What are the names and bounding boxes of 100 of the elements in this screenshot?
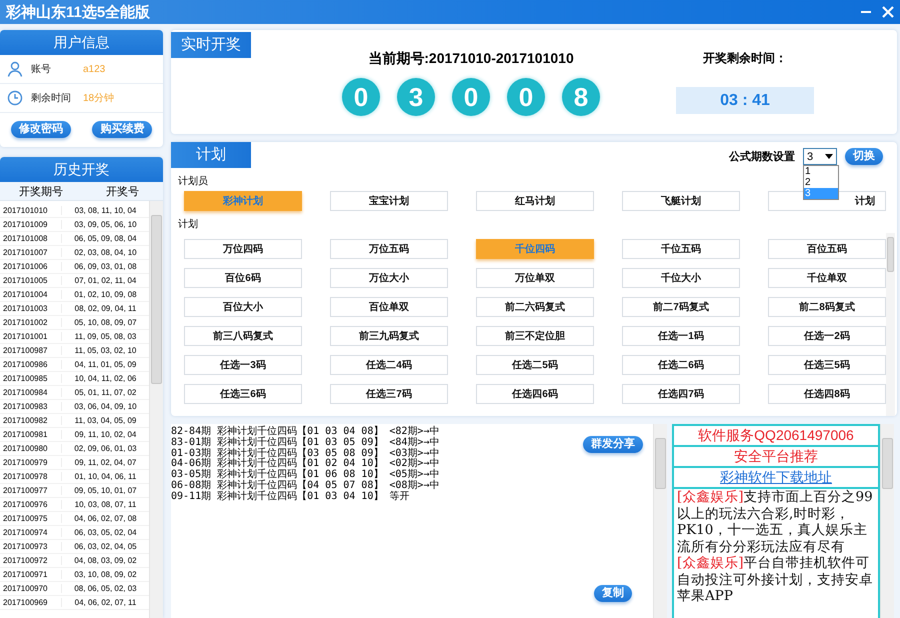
table-cell-text: 04, 06, 02, 07, 11	[74, 598, 138, 607]
table-cell: 2017100986	[0, 360, 62, 369]
table-cell-text: 05, 10, 08, 09, 07	[73, 318, 138, 327]
plan-button[interactable]: 任选二6码	[622, 355, 740, 375]
plan-button[interactable]: 万位大小	[330, 268, 448, 288]
plan-button[interactable]: 任选三7码	[330, 384, 448, 404]
table-cell: 2017100983	[0, 402, 62, 411]
plan-button[interactable]: 千位五码	[622, 239, 740, 259]
table-cell: 2017101002	[0, 318, 62, 327]
dropdown-option[interactable]: 1	[804, 166, 838, 177]
plan-button[interactable]: 任选一2码	[768, 326, 886, 346]
plan-button[interactable]: 任选三6码	[184, 384, 302, 404]
plan-button[interactable]: 前二7码复式	[622, 297, 740, 317]
table-cell-text: 04, 08, 03, 09, 02	[73, 556, 138, 565]
plan-button[interactable]: 任选二4码	[330, 355, 448, 375]
share-button[interactable]: 群发分享	[583, 436, 643, 453]
table-cell-text: 08, 06, 05, 02, 03	[73, 584, 138, 593]
setting-label: 公式期数设置	[729, 150, 795, 164]
ad-heading: 软件服务QQ2061497006	[674, 426, 878, 447]
table-cell: 2017100980	[0, 444, 62, 453]
account-button[interactable]: 购买续费	[92, 121, 152, 138]
table-cell-text: 04, 11, 01, 05, 09	[74, 360, 138, 369]
table-cell: 2017101001	[0, 332, 62, 341]
issue-label: 当前期号:20171010-2017101010	[368, 50, 574, 68]
section-label: 计划员	[178, 174, 208, 186]
plan-button[interactable]: 百位单双	[330, 297, 448, 317]
plan-button[interactable]: 百位五码	[768, 239, 886, 259]
panel-header: 历史开奖	[0, 157, 163, 182]
countdown: 03 : 41	[676, 87, 814, 114]
table-cell-text: 10, 03, 08, 07, 11	[74, 500, 138, 509]
table-cell-text: 04, 06, 02, 07, 08	[73, 514, 138, 523]
plan-button[interactable]: 前三八码复式	[184, 326, 302, 346]
table-cell-text: 03, 10, 08, 09, 02	[73, 570, 138, 579]
copy-button[interactable]: 复制	[594, 585, 632, 602]
scrollbar[interactable]	[886, 233, 895, 416]
caret-icon	[825, 154, 833, 159]
switch-button[interactable]: 切换	[845, 148, 883, 165]
number-ball: 0	[452, 78, 490, 116]
plan-button[interactable]: 任选四8码	[768, 384, 886, 404]
table-cell: 2017101009	[0, 220, 62, 229]
plan-button[interactable]: 任选三5码	[768, 355, 886, 375]
scrollbar[interactable]	[880, 424, 894, 618]
plan-button[interactable]: 前二8码复式	[768, 297, 886, 317]
table-cell-text: 03, 08, 11, 10, 04	[74, 206, 138, 215]
column-header: 开奖号	[104, 184, 140, 198]
table-cell: 2017100987	[0, 346, 62, 355]
table-cell-text: 08, 02, 09, 04, 11	[74, 304, 138, 313]
table-cell: 2017101004	[0, 290, 62, 299]
dropdown-option[interactable]: 2	[804, 177, 838, 188]
plan-button[interactable]: 任选四7码	[622, 384, 740, 404]
table-cell: 2017100985	[0, 374, 62, 383]
field-label: 剩余时间	[31, 92, 72, 105]
table-cell: 2017100974	[0, 528, 62, 537]
table-cell: 2017100973	[0, 542, 62, 551]
plan-button[interactable]: 万位五码	[330, 239, 448, 259]
table-cell-text: 05, 01, 11, 07, 02	[74, 388, 138, 397]
result-line: 04-06期 彩神计划千位四码【01 02 04 10】 <02期>→中	[171, 459, 440, 470]
plan-button[interactable]: 万位单双	[476, 268, 594, 288]
table-cell: 2017101007	[0, 248, 62, 257]
result-line: 01-03期 彩神计划千位四码【03 05 08 09】 <03期>→中	[171, 448, 440, 459]
table-cell-text: 09, 05, 10, 01, 07	[73, 486, 138, 495]
plan-button[interactable]: 任选四6码	[476, 384, 594, 404]
table-cell-text: 11, 03, 04, 05, 09	[74, 416, 138, 425]
field-label: 账号	[31, 62, 52, 76]
clock-icon	[7, 90, 23, 106]
planner-button[interactable]: 宝宝计划	[330, 191, 448, 211]
plan-button[interactable]: 万位四码	[184, 239, 302, 259]
plan-button[interactable]: 任选一3码	[184, 355, 302, 375]
plan-button[interactable]: 任选一1码	[622, 326, 740, 346]
number-ball: 0	[342, 78, 380, 116]
close-icon[interactable]	[882, 6, 894, 18]
plan-button[interactable]: 前三不定位胆	[476, 326, 594, 346]
period-dropdown[interactable]: 3	[803, 148, 837, 165]
plan-button[interactable]: 前二六码复式	[476, 297, 594, 317]
plan-button[interactable]: 前三九码复式	[330, 326, 448, 346]
table-cell: 2017101008	[0, 234, 62, 243]
scrollbar[interactable]	[149, 201, 163, 618]
planner-button[interactable]: 飞艇计划	[622, 191, 740, 211]
plan-button[interactable]: 百位6码	[184, 268, 302, 288]
table-cell: 2017100978	[0, 472, 62, 481]
account-button[interactable]: 修改密码	[10, 121, 71, 138]
table-cell: 2017101006	[0, 262, 62, 271]
plan-button[interactable]: 百位大小	[184, 297, 302, 317]
table-cell: 2017100975	[0, 514, 62, 523]
person-icon	[7, 61, 23, 77]
countdown-label: 开奖剩余时间：	[703, 50, 787, 67]
table-cell: 2017101003	[0, 304, 62, 313]
download-link[interactable]: 彩神软件下载地址	[720, 469, 832, 485]
table-cell: 2017100972	[0, 556, 62, 565]
plan-button[interactable]: 千位单双	[768, 268, 886, 288]
plan-button[interactable]: 任选二5码	[476, 355, 594, 375]
table-cell-text: 06, 03, 02, 04, 05	[73, 542, 138, 551]
table-cell: 2017100969	[0, 598, 62, 607]
plan-button[interactable]: 千位大小	[622, 268, 740, 288]
table-cell-text: 07, 01, 02, 11, 04	[74, 276, 138, 285]
table-cell: 2017100977	[0, 486, 62, 495]
planner-button[interactable]: 红马计划	[476, 191, 594, 211]
scrollbar[interactable]	[653, 424, 667, 618]
table-cell: 2017100970	[0, 584, 62, 593]
table-cell: 2017100981	[0, 430, 62, 439]
